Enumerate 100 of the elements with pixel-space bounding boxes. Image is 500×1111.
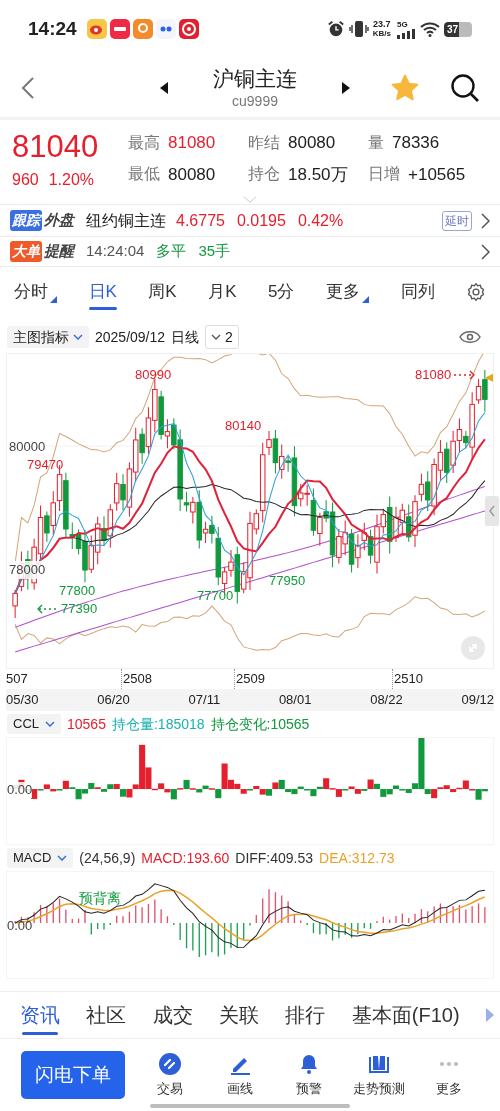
- next-icon[interactable]: [342, 81, 350, 94]
- stat-label: 最高: [128, 132, 160, 153]
- network-speed: 23.7: [373, 20, 391, 29]
- status-time: 14:24: [28, 16, 77, 41]
- price-change-percent: 1.20%: [48, 170, 95, 190]
- app-notification-icon: [86, 19, 107, 39]
- back-icon[interactable]: [20, 75, 36, 100]
- caret-icon: [211, 334, 222, 340]
- alarm-icon: [326, 20, 345, 38]
- big-order-action: 多平: [156, 241, 187, 262]
- date-label: 08/22: [370, 691, 403, 710]
- price-label: 77700: [197, 587, 234, 605]
- instrument-code: cu9999: [232, 91, 278, 110]
- trade-icon: [157, 1051, 182, 1076]
- app-notification-icon: [109, 19, 130, 39]
- indicator-dropdown[interactable]: 主图指标: [7, 326, 89, 348]
- previous-icon[interactable]: [160, 81, 168, 94]
- foreign-quote-value: 4.6775: [176, 210, 225, 231]
- stat-value: 80080: [168, 163, 216, 186]
- indicator-dropdown[interactable]: MACD: [7, 848, 74, 868]
- vibrate-icon: [348, 20, 369, 38]
- stat-label: 持仓: [248, 164, 280, 185]
- date-label: 08/01: [278, 691, 312, 710]
- chart-period: 日线: [171, 327, 200, 347]
- toolbar-action[interactable]: 更多: [414, 1051, 484, 1099]
- foreign-quote-value: 0.42%: [297, 210, 344, 231]
- count-dropdown[interactable]: 2: [205, 325, 239, 349]
- caret-icon: [57, 855, 68, 861]
- chart-date: 2025/09/12: [95, 327, 166, 347]
- app-notification-icon: [178, 19, 199, 39]
- price-label: 80990: [135, 366, 172, 384]
- stat-value: 78336: [392, 132, 440, 154]
- dea-value: DEA:312.73: [319, 848, 395, 868]
- toolbar-action[interactable]: 预警: [274, 1051, 345, 1099]
- stat-value: 80080: [288, 132, 336, 154]
- date-label: 05/30: [6, 691, 39, 710]
- content-tab[interactable]: 排行: [285, 995, 326, 1035]
- toolbar-action[interactable]: 交易: [135, 1051, 205, 1099]
- divergence-annotation: 预背离: [79, 889, 121, 908]
- flash-order-button[interactable]: 闪电下单: [21, 1051, 125, 1099]
- period-tab[interactable]: 月K: [208, 274, 237, 310]
- wifi-icon: [420, 21, 440, 37]
- app-notification-icon: [155, 19, 176, 39]
- stat-label: 量: [368, 132, 384, 153]
- content-tab[interactable]: 关联: [219, 995, 260, 1035]
- network-type: 5G: [397, 19, 408, 29]
- more-icon: [440, 1061, 459, 1066]
- zero-axis-label: 0.00: [7, 918, 33, 934]
- dotted-arrow-icon: [453, 370, 476, 380]
- chevron-right-icon[interactable]: [480, 212, 490, 229]
- macd-value: MACD:193.60: [141, 848, 230, 868]
- app-notification-icon: [132, 19, 153, 39]
- price-change: 960: [12, 170, 39, 190]
- content-tab[interactable]: 资讯: [20, 995, 60, 1035]
- side-panel-handle-icon[interactable]: [485, 496, 499, 526]
- price-label: 80140: [225, 417, 262, 435]
- period-tab[interactable]: 分时: [14, 274, 57, 310]
- last-price: 81040: [12, 130, 100, 164]
- month-label: 507: [6, 671, 28, 687]
- chevron-right-icon[interactable]: [480, 243, 490, 260]
- price-label: 81080: [415, 366, 452, 384]
- period-tab[interactable]: 周K: [148, 274, 177, 310]
- foreign-quote-value: 0.0195: [236, 210, 286, 231]
- content-tab[interactable]: 成交: [152, 995, 193, 1035]
- stat-value: 81080: [168, 132, 216, 154]
- month-label: 2510: [394, 671, 423, 687]
- price-label: 77390: [61, 600, 98, 618]
- tag-label: 提醒: [44, 241, 74, 262]
- month-label: 2508: [123, 671, 152, 687]
- price-label: 79470: [27, 456, 64, 474]
- stat-value: +10565: [408, 163, 466, 186]
- content-tab[interactable]: 基本面(F10): [351, 995, 460, 1035]
- eye-icon[interactable]: [459, 330, 481, 344]
- zero-axis-label: 0.00: [7, 782, 33, 798]
- date-label: 06/20: [97, 691, 130, 710]
- stat-label: 昨结: [248, 132, 280, 153]
- caret-icon: [73, 334, 83, 340]
- indicator-dropdown[interactable]: CCL: [7, 714, 61, 734]
- toolbar-action[interactable]: 画线: [204, 1051, 275, 1099]
- period-tab[interactable]: 日K: [88, 274, 117, 310]
- stat-value: 18.50万: [288, 163, 348, 186]
- date-label: 07/11: [188, 691, 221, 710]
- delay-badge: 延时: [442, 210, 472, 231]
- tag-label: 外盘: [44, 210, 74, 231]
- period-tab[interactable]: 更多: [326, 274, 369, 310]
- diff-value: DIFF:409.53: [235, 848, 314, 868]
- content-tab[interactable]: 社区: [86, 995, 127, 1035]
- star-icon[interactable]: [390, 72, 420, 103]
- signal-icon: [397, 28, 416, 39]
- y-axis-label: 78000: [9, 561, 46, 580]
- period-tab[interactable]: 5分: [268, 274, 295, 310]
- stat-label: 最低: [128, 164, 160, 185]
- search-icon[interactable]: [450, 72, 480, 103]
- period-tab[interactable]: 同列: [400, 274, 435, 310]
- tag-label: 大单: [10, 241, 42, 262]
- toolbar-action[interactable]: 走势预测: [344, 1051, 415, 1099]
- caret-icon: [45, 721, 55, 727]
- date-label: 09/12: [461, 691, 494, 710]
- settings-icon[interactable]: [466, 282, 486, 302]
- big-order-volume: 35手: [198, 241, 231, 262]
